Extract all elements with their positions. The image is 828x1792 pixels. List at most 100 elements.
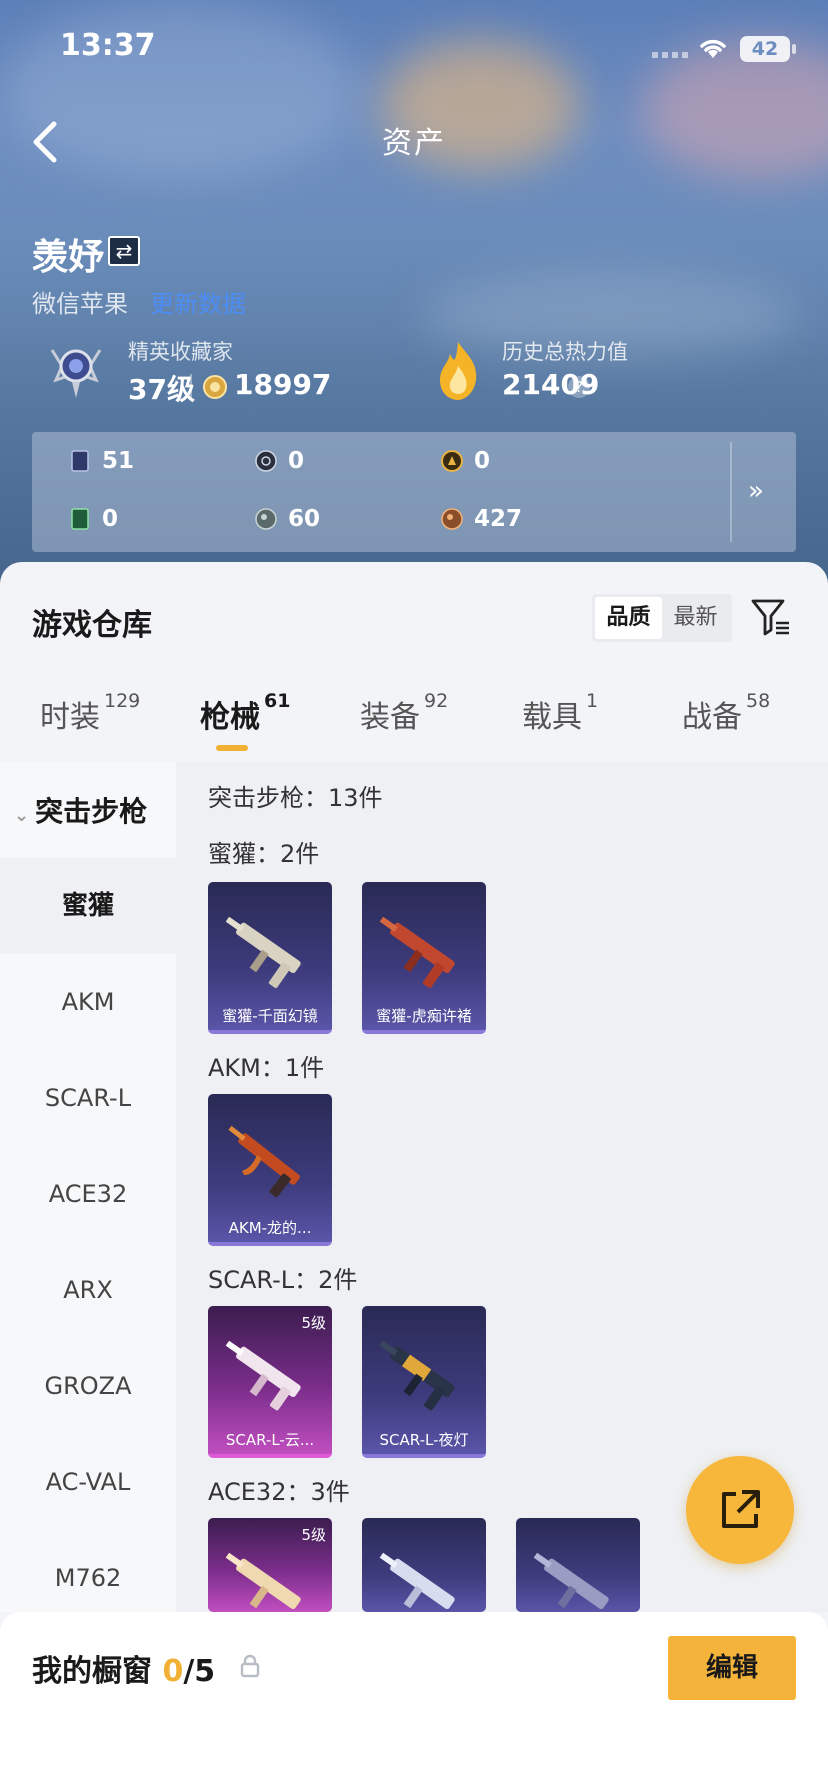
weapon-name: SCAR-L-夜灯	[379, 1431, 469, 1449]
share-icon	[722, 1490, 760, 1528]
stat-value: 51	[102, 448, 135, 474]
tab-label: 装备	[360, 700, 420, 735]
tab-label: 枪械	[200, 700, 260, 735]
update-data-link[interactable]: 更新数据	[150, 284, 246, 319]
tab-gear[interactable]: 战备 58	[682, 690, 771, 736]
coin-amount: 18997	[234, 368, 332, 401]
platform-label: 微信苹果	[32, 290, 128, 318]
player-level: 37级	[128, 373, 195, 406]
weapon-name: 蜜獾-虎痴许褚	[376, 1007, 472, 1025]
weapon-card[interactable]: 5级	[208, 1518, 332, 1612]
username: 羡妤	[32, 237, 105, 278]
warehouse-title: 游戏仓库	[32, 608, 152, 643]
weapon-card[interactable]	[516, 1518, 640, 1612]
stat-value: 0	[288, 448, 305, 474]
stat-value: 0	[474, 448, 491, 474]
rifle-icon	[225, 1340, 301, 1411]
weapon-name: 蜜獾-千面幻镜	[222, 1007, 318, 1025]
bronze-orb-icon	[441, 508, 463, 530]
help-icon[interactable]: ?	[568, 376, 590, 398]
status-time: 13:37	[60, 28, 156, 63]
rifle-icon	[225, 916, 301, 989]
stat-item: 51	[68, 448, 134, 474]
switch-account-icon[interactable]: ⇄	[108, 236, 140, 266]
weapon-name: AKM-龙的...	[228, 1219, 312, 1237]
weapon-name: SCAR-L-云...	[225, 1431, 315, 1449]
heat-flame-icon	[440, 342, 477, 400]
expand-stats-icon[interactable]: »	[748, 476, 764, 506]
sort-toggle: 品质 最新	[592, 594, 732, 642]
tab-count: 129	[104, 690, 141, 712]
rifle-icon	[228, 1125, 300, 1198]
tab-count: 58	[746, 690, 771, 712]
gold-badge-icon	[441, 450, 463, 472]
tab-vehicles[interactable]: 载具 1	[522, 690, 599, 736]
tab-guns[interactable]: 枪械 61	[200, 690, 291, 736]
group-title: ACE32：3件	[208, 1478, 350, 1506]
tab-count: 92	[424, 690, 449, 712]
tab-count: 61	[264, 690, 291, 712]
collector-medal-icon	[50, 349, 102, 398]
tab-count: 1	[586, 690, 599, 712]
rifle-icon	[225, 1552, 301, 1610]
sidebar-item[interactable]: AC-VAL	[0, 1434, 176, 1530]
sidebar-item[interactable]: GROZA	[0, 1338, 176, 1434]
divider	[190, 374, 192, 400]
vitrine-count: 0	[162, 1654, 184, 1689]
stat-value: 0	[102, 506, 119, 532]
weapon-card[interactable]: 5级 SCAR-L-云...	[208, 1306, 332, 1458]
vitrine-total: /5	[183, 1654, 216, 1689]
rifle-icon	[379, 1340, 455, 1411]
tab-fashion[interactable]: 时装 129	[40, 690, 141, 736]
weapon-card[interactable]: AKM-龙的...	[208, 1094, 332, 1246]
green-card-icon	[71, 508, 89, 530]
rank-title: 精英收藏家	[128, 340, 233, 364]
rifle-icon	[379, 1552, 455, 1610]
group-title: AKM：1件	[208, 1054, 325, 1082]
tab-label: 载具	[522, 700, 582, 735]
filter-icon[interactable]	[750, 596, 792, 638]
currency-stats-panel	[32, 432, 796, 552]
rifle-icon	[533, 1552, 609, 1610]
stat-item: 0	[68, 506, 118, 532]
tab-label: 时装	[40, 700, 100, 735]
sidebar-item[interactable]: SCAR-L	[0, 1050, 176, 1146]
coin-icon	[203, 375, 227, 399]
group-title: SCAR-L：2件	[208, 1266, 358, 1294]
lock-icon	[240, 1654, 260, 1678]
stat-value: 60	[288, 506, 321, 532]
heat-label: 历史总热力值	[502, 340, 628, 364]
wifi-icon	[700, 39, 726, 58]
weapon-card[interactable]: 蜜獾-千面幻镜	[208, 882, 332, 1034]
stat-value: 427	[474, 506, 523, 532]
rifle-icon	[379, 916, 455, 989]
card-icon	[71, 450, 89, 472]
sidebar-item[interactable]: ARX	[0, 1242, 176, 1338]
vitrine-title: 我的橱窗 0/5	[32, 1646, 215, 1690]
tab-label: 战备	[682, 700, 742, 735]
chevron-down-icon: ⌄	[14, 805, 30, 826]
group-title: 蜜獾：2件	[208, 840, 320, 868]
sidebar-category[interactable]: ⌄ 突击步枪	[14, 790, 147, 830]
vitrine-label: 我的橱窗	[32, 1654, 152, 1689]
signal-icon	[652, 52, 690, 58]
page-title: 资产	[382, 126, 446, 161]
tab-equipment[interactable]: 装备 92	[360, 690, 449, 736]
summary-label: 突击步枪：13件	[208, 784, 383, 812]
sidebar-item[interactable]: 蜜獾	[0, 858, 176, 954]
stat-item: 427	[440, 506, 522, 532]
weapon-card[interactable]: 蜜獾-虎痴许褚	[362, 882, 486, 1034]
edit-button[interactable]: 编辑	[668, 1636, 796, 1700]
battery-icon	[792, 44, 796, 54]
sort-newest-button[interactable]: 最新	[662, 597, 729, 639]
share-button[interactable]	[686, 1456, 794, 1564]
sidebar-item[interactable]: AKM	[0, 954, 176, 1050]
category-tabs: 时装 129 枪械 61 装备 92 载具 1 战备 58	[0, 690, 828, 742]
battery-level: 42	[740, 36, 790, 62]
weapon-card[interactable]: SCAR-L-夜灯	[362, 1306, 486, 1458]
grey-orb-icon	[255, 508, 277, 530]
sort-quality-button[interactable]: 品质	[595, 597, 662, 639]
weapon-card[interactable]	[362, 1518, 486, 1612]
sidebar-item[interactable]: ACE32	[0, 1146, 176, 1242]
active-tab-indicator	[216, 745, 248, 751]
